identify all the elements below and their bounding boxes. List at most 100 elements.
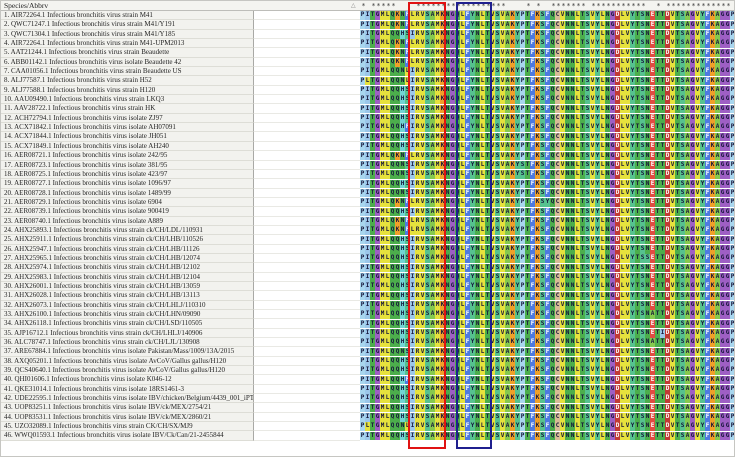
species-label[interactable]: 6. ABB01142.1 Infectious bronchitis viru… xyxy=(1,58,254,67)
species-label[interactable]: 23. AER08740.1 Infectious bronchitis vir… xyxy=(1,217,254,226)
sequence-track[interactable]: PITGMLQQHSIRVSAMKNGQLFYNLTVSVAKYPTFKSFQC… xyxy=(360,431,735,440)
species-label[interactable]: 12. ACH72794.1 Infectious bronchitis vir… xyxy=(1,114,254,123)
sequence-track[interactable]: PITGMLQQHSIRVSAMKNGQLFYNLTVSVAKYPTFKSFQC… xyxy=(360,104,735,113)
sequence-track[interactable]: PITGMLQQHSIRVSAMKNGQLFYNLTVSVAKYPTFKSFQC… xyxy=(360,95,735,104)
alignment-row[interactable]: 1. AIR72264.1 Infectious bronchitis viru… xyxy=(1,11,735,20)
sequence-track[interactable]: PITGMLQQHSIRVSAMKNGQLFYNLTVSVAKYPTFKSFQC… xyxy=(360,338,735,347)
sequence-track[interactable]: PITGMLQQHSIRVSAMKNGQLFYNLTVSVAKYPTFKSFQC… xyxy=(360,301,735,310)
alignment-row[interactable]: 12. ACH72794.1 Infectious bronchitis vir… xyxy=(1,114,735,123)
sequence-track[interactable]: PITGMLQKNFLRVSAMKNGQLFYNLTVSVAKYPTFKSFQC… xyxy=(360,151,735,160)
alignment-row[interactable]: 42. UDE22595.1 Infectious bronchitis vir… xyxy=(1,394,735,403)
species-label[interactable]: 5. AAT21244.1 Infectious bronchitis viru… xyxy=(1,48,254,57)
sequence-track[interactable]: PITGMLQKNFLRVSAMKNGQLFYNLTVSVAKYPTFKSFQC… xyxy=(360,48,735,57)
species-label[interactable]: 19. AER08727.1 Infectious bronchitis vir… xyxy=(1,179,254,188)
sequence-track[interactable]: PITGMLQQHSIRVSAMKNGQLFYNLTVSVAKYPTFKSFQC… xyxy=(360,179,735,188)
alignment-row[interactable]: 5. AAT21244.1 Infectious bronchitis viru… xyxy=(1,48,735,57)
species-label[interactable]: 20. AER08728.1 Infectious bronchitis vir… xyxy=(1,189,254,198)
alignment-row[interactable]: 29. AHX25983.1 Infectious bronchitis vir… xyxy=(1,273,735,282)
species-label[interactable]: 1. AIR72264.1 Infectious bronchitis viru… xyxy=(1,11,254,20)
alignment-row[interactable]: 20. AER08728.1 Infectious bronchitis vir… xyxy=(1,189,735,198)
species-label[interactable]: 7. CAA01056.1 Infectious bronchitis viru… xyxy=(1,67,254,76)
species-label[interactable]: 8. ALJ77587.1 Infectious bronchitis viru… xyxy=(1,76,254,85)
species-label[interactable]: 16. AER08721.1 Infectious bronchitis vir… xyxy=(1,151,254,160)
sequence-track[interactable]: PITGMLQQHSIRVSAMKNGQLFYNLTVSVAKYPTFKSFQC… xyxy=(360,357,735,366)
alignment-row[interactable]: 10. AAU09490.1 Infectious bronchitis vir… xyxy=(1,95,735,104)
alignment-row[interactable]: 17. AER08723.1 Infectious bronchitis vir… xyxy=(1,161,735,170)
alignment-row[interactable]: 3. QWC71304.1 Infectious bronchitis viru… xyxy=(1,30,735,39)
sequence-track[interactable]: PLTGMLQQNLIRVSAMKNGQLFYNLTVSVAKYPTFKSFQC… xyxy=(360,422,735,431)
alignment-row[interactable]: 43. UOP83251.1 Infectious bronchitis vir… xyxy=(1,403,735,412)
sequence-track[interactable]: PITGMLQQHSIRVSAMKNGQLFYNLTVSVAKYPTFKSFQC… xyxy=(360,254,735,263)
alignment-row[interactable]: 33. AHX26100.1 Infectious bronchitis vir… xyxy=(1,310,735,319)
alignment-row[interactable]: 9. ALJ77588.1 Infectious bronchitis viru… xyxy=(1,86,735,95)
alignment-row[interactable]: 36. ALC78747.1 Infectious bronchitis vir… xyxy=(1,338,735,347)
species-label[interactable]: 15. ACX71849.1 Infectious bronchitis vir… xyxy=(1,142,254,151)
alignment-row[interactable]: 13. ACX71842.1 Infectious bronchitis vir… xyxy=(1,123,735,132)
alignment-row[interactable]: 26. AHX25947.1 Infectious bronchitis vir… xyxy=(1,245,735,254)
sequence-track[interactable]: PITGMLQQNSIRVSAMKNGQLFYNLTVSVAKYSTFKSFQC… xyxy=(360,170,735,179)
sequence-track[interactable]: PITGMLQKNFLRVSAMKNGQLFYNLTVSVAKYPTFKSYQC… xyxy=(360,198,735,207)
sequence-track[interactable]: PITGMLQKNFLRVSAMKNGQLFYNLTVSVAKYPTFKSFQC… xyxy=(360,11,735,20)
sequence-track[interactable]: PITGMLQQHSIRVSAMKNGQLFYNLTVSVAKYPTFKSFQC… xyxy=(360,235,735,244)
sequence-track[interactable]: PITGMLQQHFIRVSAMKNGQLFYNLTVSVAKYPTFKSFQC… xyxy=(360,123,735,132)
species-label[interactable]: 24. AHX25893.1 Infectious bronchitis vir… xyxy=(1,226,254,235)
species-label[interactable]: 18. AER08725.1 Infectious bronchitis vir… xyxy=(1,170,254,179)
species-label[interactable]: 9. ALJ77588.1 Infectious bronchitis viru… xyxy=(1,86,254,95)
species-label[interactable]: 33. AHX26100.1 Infectious bronchitis vir… xyxy=(1,310,254,319)
species-label[interactable]: 11. AAV28722.1 Infectious bronchitis vir… xyxy=(1,104,254,113)
alignment-row[interactable]: 35. AJP16712.1 Infectious bronchitis vir… xyxy=(1,329,735,338)
species-label[interactable]: 45. UZO32089.1 Infectious bronchitis vir… xyxy=(1,422,254,431)
sequence-track[interactable]: PITGMLQQHSIRVSAMKNGQLFYNLTVSVAKYPTFKSFQC… xyxy=(360,207,735,216)
sequence-track[interactable]: PITGMLQQHSIRVSAMKNGQLFYNLTVSVAKYPTFKSFQC… xyxy=(360,403,735,412)
species-label[interactable]: 27. AHX25965.1 Infectious bronchitis vir… xyxy=(1,254,254,263)
species-label[interactable]: 38. AXQ05201.1 Infectious bronchitis vir… xyxy=(1,357,254,366)
species-label[interactable]: 14. ACX71844.1 Infectious bronchitis vir… xyxy=(1,132,254,141)
sequence-track[interactable]: PITGMLQQNSIRVSAMKNGQLFYNLTVSVAKYPTFKSFQC… xyxy=(360,189,735,198)
species-label[interactable]: 40. QHI01606.1 Infectious bronchitis vir… xyxy=(1,375,254,384)
species-label[interactable]: 10. AAU09490.1 Infectious bronchitis vir… xyxy=(1,95,254,104)
alignment-row[interactable]: 8. ALJ77587.1 Infectious bronchitis viru… xyxy=(1,76,735,85)
species-label[interactable]: 36. ALC78747.1 Infectious bronchitis vir… xyxy=(1,338,254,347)
alignment-row[interactable]: 24. AHX25893.1 Infectious bronchitis vir… xyxy=(1,226,735,235)
alignment-row[interactable]: 34. AHX26118.1 Infectious bronchitis vir… xyxy=(1,319,735,328)
sequence-track[interactable]: PITGMLQQHSIRVSAMKNGQLFYNLTVSVAKYPTFKSFQC… xyxy=(360,245,735,254)
species-label[interactable]: 28. AHX25974.1 Infectious bronchitis vir… xyxy=(1,263,254,272)
alignment-row[interactable]: 27. AHX25965.1 Infectious bronchitis vir… xyxy=(1,254,735,263)
alignment-row[interactable]: 31. AHX26028.1 Infectious bronchitis vir… xyxy=(1,291,735,300)
species-label[interactable]: 39. QCS40640.1 Infectious bronchitis vir… xyxy=(1,366,254,375)
species-label[interactable]: 13. ACX71842.1 Infectious bronchitis vir… xyxy=(1,123,254,132)
sequence-track[interactable]: PITGMLQQHFIRVSAMKNGQLFYNLTVSVAKYPTFKSFQC… xyxy=(360,375,735,384)
alignment-row[interactable]: 45. UZO32089.1 Infectious bronchitis vir… xyxy=(1,422,735,431)
species-label[interactable]: 29. AHX25983.1 Infectious bronchitis vir… xyxy=(1,273,254,282)
alignment-row[interactable]: 46. WWQ01593.1 Infectious bronchitis vir… xyxy=(1,431,735,440)
sequence-track[interactable]: PITGMLQQNLIRVSAMKNGQLFYNLTVSVAKYPTFKSFQC… xyxy=(360,67,735,76)
alignment-row[interactable]: 41. QKE31014.1 Infectious bronchitis vir… xyxy=(1,385,735,394)
alignment-row[interactable]: 14. ACX71844.1 Infectious bronchitis vir… xyxy=(1,132,735,141)
species-label[interactable]: 21. AER08729.1 Infectious bronchitis vir… xyxy=(1,198,254,207)
alignment-row[interactable]: 6. ABB01142.1 Infectious bronchitis viru… xyxy=(1,58,735,67)
species-label[interactable]: 31. AHX26028.1 Infectious bronchitis vir… xyxy=(1,291,254,300)
sequence-track[interactable]: PITGMLQQHSIRVSAMKNGQLFYNLTVSVAKYPTFKSFQC… xyxy=(360,366,735,375)
species-label[interactable]: 4. AIR72264.1 Infectious bronchitis viru… xyxy=(1,39,254,48)
alignment-row[interactable]: 2. QWC71247.1 Infectious bronchitis viru… xyxy=(1,20,735,29)
species-label[interactable]: 42. UDE22595.1 Infectious bronchitis vir… xyxy=(1,394,254,403)
alignment-row[interactable]: 44. UOP83531.1 Infectious bronchitis vir… xyxy=(1,413,735,422)
sequence-track[interactable]: PITGMLQQHSIRVSAMKNGQLFYNLTVSVAKYPTFKSFQC… xyxy=(360,86,735,95)
species-label[interactable]: 2. QWC71247.1 Infectious bronchitis viru… xyxy=(1,20,254,29)
species-label[interactable]: 3. QWC71304.1 Infectious bronchitis viru… xyxy=(1,30,254,39)
alignment-row[interactable]: 38. AXQ05201.1 Infectious bronchitis vir… xyxy=(1,357,735,366)
sequence-track[interactable]: PITGMLQQHSIRVSAMKNGQLFYNLTVSVAKYPTFKSFQC… xyxy=(360,142,735,151)
sequence-track[interactable]: PITGMLQKNFLRVSAMKNGQLFYNLTVSVAKYPTFKSFQC… xyxy=(360,226,735,235)
sequence-track[interactable]: PITGMLQQHSIRVSAMKNGQLFYNLTVSVAKYPTFKSFQC… xyxy=(360,413,735,422)
alignment-row[interactable]: 28. AHX25974.1 Infectious bronchitis vir… xyxy=(1,263,735,272)
sequence-track[interactable]: PITGMLQQHSIRVSAMKNGQLFYNLTVSVAKYPTFKSFQC… xyxy=(360,319,735,328)
sequence-track[interactable]: PITGMLQQHSIRVSAMKNGQLFYNLTVSVAKYPTFKSFQC… xyxy=(360,310,735,319)
alignment-row[interactable]: 15. ACX71849.1 Infectious bronchitis vir… xyxy=(1,142,735,151)
alignment-row[interactable]: 19. AER08727.1 Infectious bronchitis vir… xyxy=(1,179,735,188)
sequence-track[interactable]: PLTGMLQQNLIRVSAMKNGQLFYNLTVSVAKYPTFKSFQC… xyxy=(360,76,735,85)
species-label[interactable]: 41. QKE31014.1 Infectious bronchitis vir… xyxy=(1,385,254,394)
alignment-row[interactable]: 30. AHX26001.1 Infectious bronchitis vir… xyxy=(1,282,735,291)
sequence-track[interactable]: PITGMLQKNFLRVSAMKNGQLFYNLTVSVAKYPTFKSFQC… xyxy=(360,58,735,67)
sequence-track[interactable]: PITGMLQQHSIRVSAMKNGQLFYNLTVSVAKYPTFKSFQC… xyxy=(360,329,735,338)
sequence-track[interactable]: PITGMLQQHSIRVSAMKNGQLFYNLTVSVAKYPTFKSFQC… xyxy=(360,114,735,123)
